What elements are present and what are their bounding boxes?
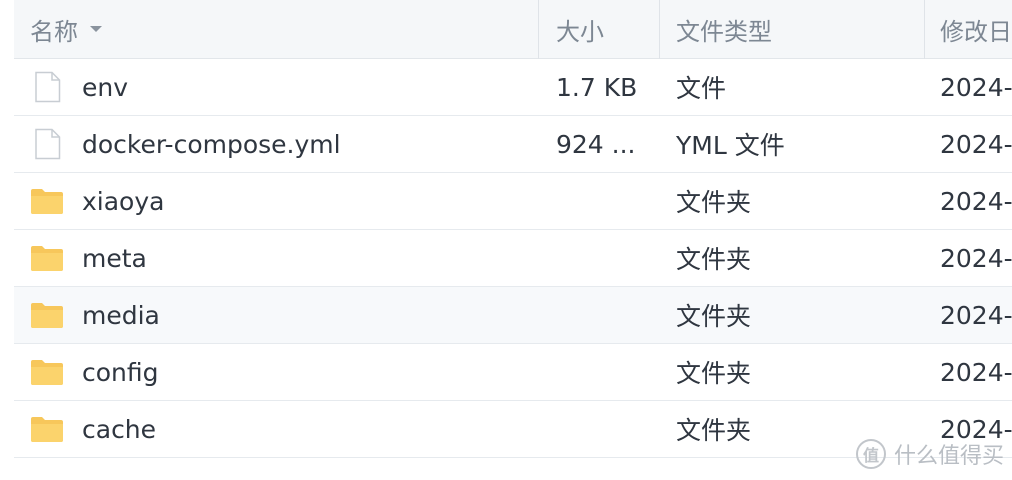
table-header: 名称 大小 文件类型 修改日 (14, 0, 1012, 59)
file-type: 文件 (676, 74, 727, 103)
folder-icon (30, 298, 64, 332)
column-header-name[interactable]: 名称 (30, 0, 540, 58)
file-size (556, 287, 656, 343)
watermark-text: 什么值得买 (893, 444, 1004, 469)
file-name-cell: env (30, 59, 540, 115)
file-modified-date: 2024- (940, 243, 1012, 273)
watermark: 值 什么值得买 (855, 438, 1004, 470)
watermark-logo-icon: 值 (855, 439, 886, 469)
folder-name[interactable]: xiaoya (82, 187, 164, 216)
file-modified-date: 2024- (940, 357, 1012, 387)
file-type: 文件夹 (676, 302, 752, 331)
folder-icon (30, 355, 64, 389)
file-modified-date: 2024- (940, 129, 1012, 159)
column-divider[interactable] (659, 0, 660, 59)
file-type: 文件夹 (676, 359, 752, 388)
folder-icon (30, 241, 64, 275)
table-row[interactable]: media 文件夹 2024- (14, 287, 1012, 344)
folder-name-cell: config (30, 344, 540, 400)
column-header-name-label: 名称 (30, 17, 78, 46)
file-size (556, 401, 656, 457)
file-type: 文件夹 (676, 188, 752, 217)
file-icon (30, 70, 64, 104)
file-modified-date: 2024- (940, 300, 1012, 330)
folder-name-cell: meta (30, 230, 540, 286)
column-divider[interactable] (924, 0, 925, 59)
file-name[interactable]: docker-compose.yml (82, 130, 341, 159)
file-name-cell: docker-compose.yml (30, 116, 540, 172)
table-row[interactable]: xiaoya 文件夹 2024- (14, 173, 1012, 230)
file-size: 924 ... (556, 129, 636, 159)
file-size (556, 230, 656, 286)
file-type: YML 文件 (676, 131, 785, 160)
folder-name-cell: cache (30, 401, 540, 457)
file-modified-date: 2024- (940, 72, 1012, 102)
column-header-size[interactable]: 大小 (556, 0, 656, 58)
folder-name[interactable]: media (82, 301, 160, 330)
column-header-size-label: 大小 (556, 17, 604, 46)
table-row[interactable]: config 文件夹 2024- (14, 344, 1012, 401)
column-header-date-label: 修改日 (940, 17, 1012, 46)
sort-descending-icon[interactable] (90, 26, 102, 32)
file-size: 1.7 KB (556, 72, 638, 102)
file-icon (30, 127, 64, 161)
column-header-type-label: 文件类型 (676, 17, 772, 46)
folder-name[interactable]: cache (82, 415, 156, 444)
file-size (556, 344, 656, 400)
file-modified-date: 2024- (940, 186, 1012, 216)
column-divider[interactable] (538, 0, 539, 59)
file-size (556, 173, 656, 229)
file-type: 文件夹 (676, 245, 752, 274)
table-row[interactable]: docker-compose.yml 924 ... YML 文件 2024- (14, 116, 1012, 173)
table-row[interactable]: env 1.7 KB 文件 2024- (14, 59, 1012, 116)
folder-name[interactable]: meta (82, 244, 147, 273)
file-list-table: 名称 大小 文件类型 修改日 env 1.7 KB 文件 2024- docke… (14, 0, 1012, 470)
file-name[interactable]: env (82, 73, 128, 102)
column-header-date[interactable]: 修改日 (940, 0, 1012, 58)
folder-name[interactable]: config (82, 358, 159, 387)
folder-icon (30, 412, 64, 446)
folder-name-cell: xiaoya (30, 173, 540, 229)
table-row[interactable]: meta 文件夹 2024- (14, 230, 1012, 287)
column-header-type[interactable]: 文件类型 (676, 0, 916, 58)
folder-name-cell: media (30, 287, 540, 343)
folder-icon (30, 184, 64, 218)
